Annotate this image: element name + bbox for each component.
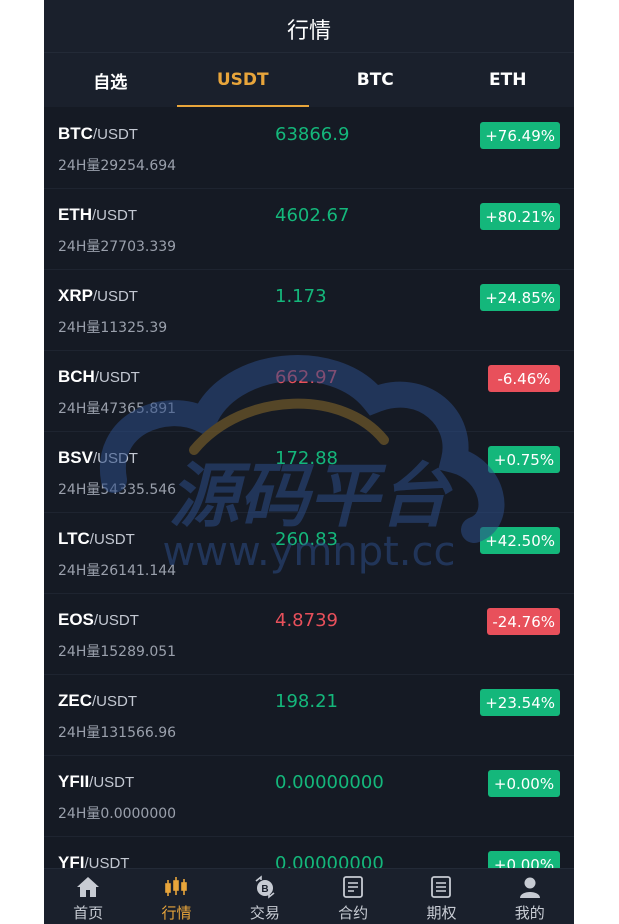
market-row[interactable]: EOS/USDT 24H量15289.051 4.8739 -24.76%	[44, 594, 574, 675]
volume-24h: 24H量11325.39	[58, 320, 168, 336]
market-row[interactable]: BTC/USDT 24H量29254.694 63866.9 +76.49%	[44, 108, 574, 189]
header-bar: 行情	[44, 0, 574, 53]
quote-currency: /USDT	[92, 693, 137, 710]
quote-currency: /USDT	[89, 774, 135, 791]
candlestick-icon	[165, 877, 188, 896]
last-price: 0.00000000	[275, 772, 384, 793]
nav-trade[interactable]: B 交易	[221, 869, 309, 924]
quote-currency: /USDT	[84, 855, 130, 868]
coin-symbol: XRP	[58, 286, 93, 305]
document-icon	[343, 876, 364, 898]
coin-symbol: BSV	[58, 448, 93, 467]
bottom-nav: 首页 行情 B 交易 合约 期权 我的	[44, 868, 574, 924]
nav-market[interactable]: 行情	[132, 869, 220, 924]
pair-name: EOS/USDT	[58, 610, 139, 630]
last-price: 0.00000000	[275, 853, 384, 868]
pair-name: BSV/USDT	[58, 448, 138, 468]
volume-24h: 24H量131566.96	[58, 725, 177, 741]
coin-symbol: YFI	[58, 853, 85, 868]
pair-name: LTC/USDT	[58, 529, 135, 549]
pair-name: BCH/USDT	[58, 367, 140, 387]
nav-home-label: 首页	[73, 904, 104, 922]
volume-24h: 24H量26141.144	[58, 563, 177, 579]
market-row[interactable]: YFI/USDT 0.00000000 +0.00%	[44, 837, 574, 868]
pair-name: ZEC/USDT	[58, 691, 137, 711]
coin-symbol: ZEC	[58, 691, 92, 710]
change-badge[interactable]: +0.00%	[488, 770, 560, 797]
coin-symbol: EOS	[58, 610, 94, 629]
quote-currency: /USDT	[92, 207, 137, 224]
market-tabs: 自选 USDT BTC ETH	[44, 53, 574, 107]
market-row[interactable]: ETH/USDT 24H量27703.339 4602.67 +80.21%	[44, 189, 574, 270]
change-badge[interactable]: +0.00%	[488, 851, 560, 868]
market-row[interactable]: BSV/USDT 24H量54335.546 172.88 +0.75%	[44, 432, 574, 513]
change-badge[interactable]: -24.76%	[487, 608, 560, 635]
coin-symbol: LTC	[58, 529, 90, 548]
last-price: 4602.67	[275, 205, 350, 226]
pair-name: YFI/USDT	[58, 853, 129, 868]
market-row[interactable]: XRP/USDT 24H量11325.39 1.173 +24.85%	[44, 270, 574, 351]
home-icon	[77, 877, 100, 897]
nav-trade-label: 交易	[249, 904, 280, 922]
tab-btc[interactable]: BTC	[309, 53, 442, 107]
quote-currency: /USDT	[92, 288, 138, 305]
last-price: 662.97	[275, 367, 338, 388]
pair-name: ETH/USDT	[58, 205, 137, 225]
change-badge[interactable]: -6.46%	[488, 365, 560, 392]
svg-text:B: B	[261, 884, 268, 895]
volume-24h: 24H量27703.339	[58, 239, 177, 255]
nav-contract[interactable]: 合约	[309, 869, 397, 924]
last-price: 4.8739	[275, 610, 338, 631]
change-badge[interactable]: +42.50%	[480, 527, 560, 554]
quote-currency: /USDT	[89, 531, 135, 548]
change-badge[interactable]: +0.75%	[488, 446, 560, 473]
pair-name: XRP/USDT	[58, 286, 138, 306]
volume-24h: 24H量15289.051	[58, 644, 177, 660]
coin-symbol: BTC	[58, 124, 93, 143]
nav-market-label: 行情	[161, 904, 192, 922]
nav-contract-label: 合约	[338, 904, 369, 922]
quote-currency: /USDT	[92, 126, 138, 143]
bitcoin-exchange-icon: B	[255, 875, 275, 899]
options-document-icon	[431, 876, 452, 898]
user-icon	[519, 877, 540, 898]
tab-usdt[interactable]: USDT	[176, 53, 310, 107]
quote-currency: /USDT	[92, 450, 138, 467]
tab-eth[interactable]: ETH	[442, 53, 575, 107]
last-price: 1.173	[275, 286, 327, 307]
nav-options-label: 期权	[426, 904, 457, 922]
last-price: 172.88	[275, 448, 338, 469]
volume-24h: 24H量0.0000000	[58, 806, 177, 822]
market-row[interactable]: BCH/USDT 24H量47365.891 662.97 -6.46%	[44, 351, 574, 432]
quote-currency: /USDT	[93, 612, 139, 629]
nav-options[interactable]: 期权	[397, 869, 485, 924]
last-price: 198.21	[275, 691, 338, 712]
page-title: 行情	[286, 19, 331, 44]
volume-24h: 24H量29254.694	[58, 158, 177, 174]
coin-symbol: ETH	[58, 205, 92, 224]
volume-24h: 24H量54335.546	[58, 482, 177, 498]
last-price: 63866.9	[275, 124, 350, 145]
change-badge[interactable]: +23.54%	[480, 689, 560, 716]
change-badge[interactable]: +80.21%	[480, 203, 560, 230]
nav-profile[interactable]: 我的	[486, 869, 574, 924]
market-row[interactable]: LTC/USDT 24H量26141.144 260.83 +42.50%	[44, 513, 574, 594]
app-screen: 行情 自选 USDT BTC ETH BTC/USDT 24H量29254.694…	[44, 0, 574, 924]
market-row[interactable]: ZEC/USDT 24H量131566.96 198.21 +23.54%	[44, 675, 574, 756]
volume-24h: 24H量47365.891	[58, 401, 177, 417]
nav-profile-label: 我的	[514, 904, 545, 922]
market-row[interactable]: YFII/USDT 24H量0.0000000 0.00000000 +0.00%	[44, 756, 574, 837]
market-list: BTC/USDT 24H量29254.694 63866.9 +76.49% ETH/U…	[44, 108, 574, 868]
change-badge[interactable]: +76.49%	[480, 122, 560, 149]
coin-symbol: YFII	[58, 772, 90, 791]
pair-name: BTC/USDT	[58, 124, 138, 144]
tab-favorites[interactable]: 自选	[44, 53, 177, 107]
pair-name: YFII/USDT	[58, 772, 134, 792]
nav-home[interactable]: 首页	[44, 869, 132, 924]
quote-currency: /USDT	[94, 369, 140, 386]
last-price: 260.83	[275, 529, 338, 550]
change-badge[interactable]: +24.85%	[480, 284, 560, 311]
coin-symbol: BCH	[58, 367, 95, 386]
